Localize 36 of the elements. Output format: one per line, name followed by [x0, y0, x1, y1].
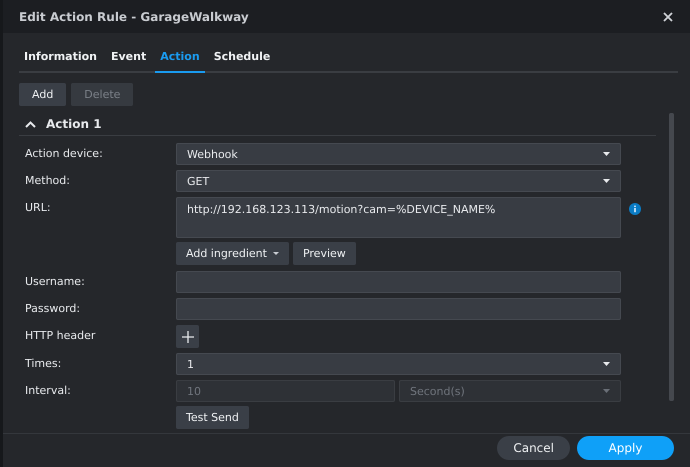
section-header[interactable]: Action 1 — [19, 113, 656, 136]
input-field[interactable] — [176, 298, 621, 320]
tab[interactable]: Schedule — [208, 33, 276, 73]
add-button[interactable]: Add — [19, 83, 66, 106]
caret-icon — [603, 389, 610, 393]
field-label: Times: — [25, 356, 62, 372]
window-title: Edit Action Rule - GarageWalkway — [19, 10, 249, 24]
caret-icon — [603, 362, 610, 366]
field-label: HTTP header — [25, 328, 96, 344]
dropdown-field[interactable]: 1 — [176, 353, 621, 375]
info-icon[interactable] — [629, 203, 641, 215]
field-label: Method: — [25, 173, 71, 189]
field-label: Password: — [25, 301, 82, 317]
tab[interactable]: Action — [155, 33, 205, 73]
caret-icon — [603, 179, 610, 183]
chevron-icon[interactable] — [25, 120, 36, 128]
dropdown-field[interactable]: GET — [176, 170, 621, 192]
tab[interactable]: Information — [19, 33, 102, 73]
close-icon[interactable] — [663, 12, 673, 22]
form-button[interactable]: Add ingredient — [176, 242, 289, 265]
field-label: Interval: — [25, 383, 72, 399]
tab[interactable]: Event — [106, 33, 152, 73]
url-field[interactable]: http://192.168.123.113/motion?cam=%DEVICE_NAME% — [176, 197, 621, 238]
section-title: Action 1 — [46, 117, 102, 131]
cancel-button[interactable]: Cancel — [497, 436, 570, 460]
field-label: Username: — [25, 274, 86, 290]
plus-icon — [182, 330, 194, 342]
add-header-button[interactable] — [176, 325, 199, 348]
dropdown-field[interactable]: Webhook — [176, 143, 621, 165]
field-label: Action device: — [25, 146, 104, 162]
form-button[interactable]: Test Send — [176, 406, 249, 429]
caret-icon — [603, 152, 610, 156]
field-label: URL: — [25, 200, 52, 216]
input-field[interactable] — [176, 271, 621, 293]
scrollbar[interactable] — [669, 113, 674, 401]
form-button[interactable]: Preview — [292, 242, 356, 265]
